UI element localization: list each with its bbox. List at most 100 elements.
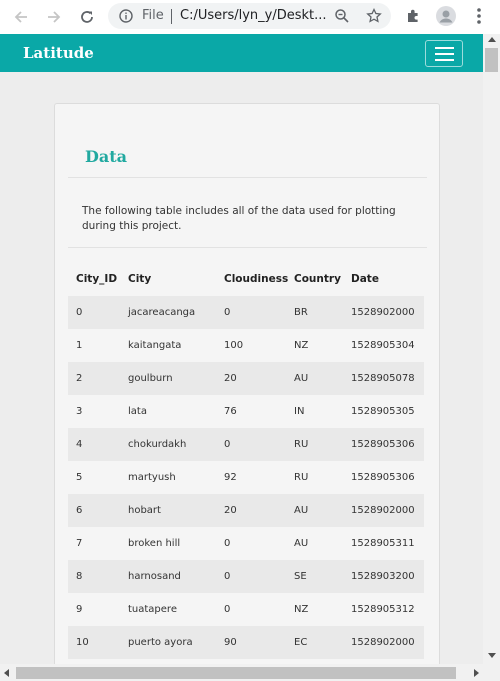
table-cell: chokurdakh [128, 439, 187, 450]
table-cell: 0 [224, 439, 231, 450]
reload-button[interactable] [75, 5, 99, 29]
table-cell: 90 [224, 637, 237, 648]
url-text: C:/Users/lyn_y/Deskt... [180, 8, 327, 23]
puzzle-icon [408, 9, 418, 22]
table-cell: SE [294, 571, 307, 582]
table-cell: 20 [224, 373, 237, 384]
vertical-scroll-thumb[interactable] [485, 48, 498, 72]
table-cell: 2 [76, 373, 83, 384]
table-row: 10 puerto ayora 90 EC 1528902000 [68, 626, 424, 659]
table-row: 7 broken hill 0 AU 1528905311 [68, 527, 424, 560]
table-cell: RU [294, 472, 309, 483]
table-cell: 100 [224, 340, 244, 351]
table-header-row: City_ID City Cloudiness Country Date [68, 263, 424, 296]
table-cell: puerto ayora [128, 637, 193, 648]
column-header: Country [294, 273, 341, 285]
zoom-out-icon [335, 9, 349, 23]
bookmark-button[interactable] [363, 5, 385, 27]
table-cell: AU [294, 538, 309, 549]
table-cell: EC [294, 637, 308, 648]
table-cell: NZ [294, 604, 309, 615]
protocol-label: File [142, 8, 164, 23]
profile-button[interactable] [435, 5, 457, 27]
table-row: 9 tuatapere 0 NZ 1528905312 [68, 593, 424, 626]
table-cell: 1528905311 [351, 538, 415, 549]
table-row: 4 chokurdakh 0 RU 1528905306 [68, 428, 424, 461]
table-cell: 9 [76, 604, 83, 615]
menu-button[interactable] [468, 5, 490, 27]
table-cell: BR [294, 307, 308, 318]
scroll-up-arrow-icon[interactable] [488, 37, 496, 42]
table-cell: tuatapere [128, 604, 177, 615]
table-cell: broken hill [128, 538, 181, 549]
table-cell: 1528905306 [351, 439, 415, 450]
table-cell: 0 [224, 538, 231, 549]
table-row: 5 martyush 92 RU 1528905306 [68, 461, 424, 494]
table-row: 0 jacareacanga 0 BR 1528902000 [68, 296, 424, 329]
table-cell: 6 [76, 505, 83, 516]
table-cell: 4 [76, 439, 83, 450]
table-cell: 1 [76, 340, 83, 351]
table-row: 2 goulburn 20 AU 1528905078 [68, 362, 424, 395]
navbar-toggle-button[interactable] [425, 40, 463, 67]
avatar-icon [436, 6, 456, 26]
table-cell: 1528905312 [351, 604, 415, 615]
page-title: Data [85, 147, 127, 166]
table-cell: 1528902000 [351, 505, 415, 516]
table-cell: 76 [224, 406, 237, 417]
column-header: Date [351, 273, 379, 285]
table-cell: jacareacanga [128, 307, 196, 318]
table-cell: 7 [76, 538, 83, 549]
table-row: 3 lata 76 IN 1528905305 [68, 395, 424, 428]
table-cell: hobart [128, 505, 161, 516]
scroll-right-arrow-icon[interactable] [474, 669, 479, 677]
table-cell: 1528905304 [351, 340, 415, 351]
table-row: 1 kaitangata 100 NZ 1528905304 [68, 329, 424, 362]
table-cell: harnosand [128, 571, 181, 582]
column-header: Cloudiness [224, 273, 289, 285]
description-text: The following table includes all of the … [82, 205, 396, 232]
table-cell: AU [294, 373, 309, 384]
table-cell: 1528905305 [351, 406, 415, 417]
browser-toolbar: File C:/Users/lyn_y/Deskt... [0, 0, 500, 34]
table-cell: 3 [76, 406, 83, 417]
zoom-button[interactable] [331, 5, 353, 27]
divider [68, 177, 427, 178]
table-cell: IN [294, 406, 305, 417]
table-cell: 1528902000 [351, 637, 415, 648]
table-cell: 1528903200 [351, 571, 415, 582]
table-cell: 20 [224, 505, 237, 516]
table-cell: 0 [224, 307, 231, 318]
table-cell: 0 [76, 307, 83, 318]
table-cell: 10 [76, 637, 89, 648]
kebab-menu-icon [477, 8, 481, 24]
back-button[interactable] [9, 5, 33, 29]
star-icon [366, 8, 382, 23]
address-separator [171, 9, 172, 24]
table-cell: AU [294, 505, 309, 516]
info-icon[interactable] [119, 9, 133, 23]
forward-arrow-icon [48, 11, 61, 23]
table-cell: 1528905306 [351, 472, 415, 483]
horizontal-scroll-thumb[interactable] [16, 667, 456, 679]
table-cell: 92 [224, 472, 237, 483]
table-cell: NZ [294, 340, 309, 351]
table-cell: RU [294, 439, 309, 450]
app-navbar: Latitude [0, 34, 483, 72]
brand-link[interactable]: Latitude [23, 44, 94, 62]
scroll-left-arrow-icon[interactable] [4, 669, 9, 677]
reload-icon [81, 11, 93, 23]
table-cell: 5 [76, 472, 83, 483]
scroll-down-arrow-icon[interactable] [488, 653, 496, 658]
forward-button[interactable] [42, 5, 66, 29]
table-cell: 0 [224, 571, 231, 582]
table-cell: martyush [128, 472, 176, 483]
vertical-scrollbar[interactable] [483, 34, 500, 664]
back-arrow-icon [14, 11, 27, 23]
table-cell: kaitangata [128, 340, 182, 351]
data-table: City_ID City Cloudiness Country Date 0 ja… [68, 263, 424, 659]
hamburger-icon [434, 46, 454, 49]
table-row: 8 harnosand 0 SE 1528903200 [68, 560, 424, 593]
extensions-button[interactable] [403, 5, 425, 27]
table-cell: 1528905078 [351, 373, 415, 384]
